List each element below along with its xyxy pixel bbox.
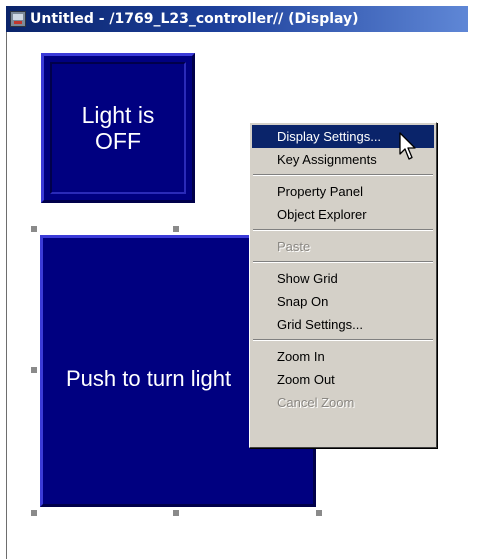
selection-handle-bottom-right[interactable]: [316, 510, 322, 516]
title-bar-strip[interactable]: Untitled - /1769_L23_controller// (Displ…: [6, 6, 468, 32]
menu-separator: [252, 171, 434, 180]
menu-separator: [252, 258, 434, 267]
menu-item-paste: Paste: [277, 239, 311, 254]
window-title-bar[interactable]: Untitled - /1769_L23_controller// (Displ…: [0, 0, 477, 36]
menu-item-snap-on[interactable]: Snap On: [252, 290, 434, 313]
menu-item-show-grid[interactable]: Show Grid: [252, 267, 434, 290]
menu-item-zoom-out[interactable]: Zoom Out: [252, 368, 434, 391]
window-title: Untitled - /1769_L23_controller// (Displ…: [30, 11, 359, 27]
menu-item-grid-settings[interactable]: Grid Settings...: [252, 313, 434, 336]
selection-handle-bottom-left[interactable]: [31, 510, 37, 516]
menu-item-property-panel[interactable]: Property Panel: [252, 180, 434, 203]
indicator-inner-frame: Light is OFF: [50, 62, 186, 194]
arrow-pointer-icon: [399, 132, 416, 160]
menu-separator: [252, 226, 434, 235]
context-menu: Display Settings... Key Assignments Proper…: [249, 122, 437, 448]
selection-handle-middle-left[interactable]: [31, 367, 37, 373]
menu-item-cancel-zoom: Cancel Zoom: [277, 395, 355, 410]
indicator-label: Light is OFF: [81, 102, 155, 154]
menu-separator: [252, 336, 434, 345]
selection-handle-top-left[interactable]: [31, 226, 37, 232]
selection-handle-bottom-middle[interactable]: [173, 510, 179, 516]
menu-item-object-explorer[interactable]: Object Explorer: [252, 203, 434, 226]
push-button-label: Push to turn light: [66, 366, 232, 391]
menu-item-zoom-in[interactable]: Zoom In: [252, 345, 434, 368]
display-editor-icon[interactable]: [10, 11, 26, 27]
light-indicator[interactable]: Light is OFF: [41, 53, 195, 203]
selection-handle-top-middle[interactable]: [173, 226, 179, 232]
